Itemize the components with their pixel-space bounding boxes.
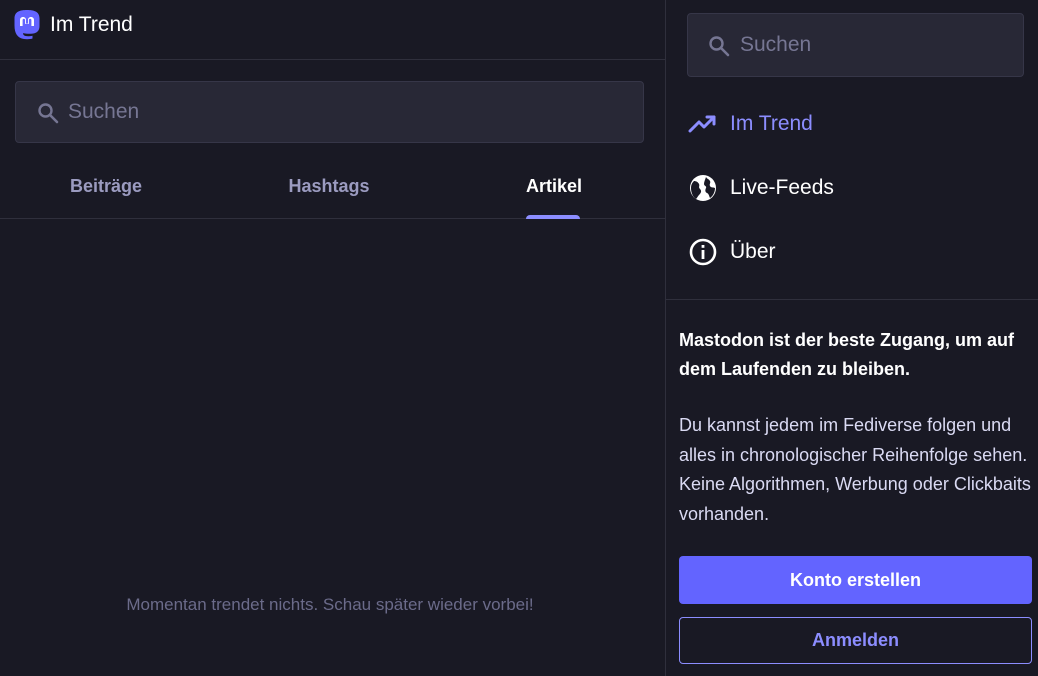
- create-account-button[interactable]: Konto erstellen: [679, 556, 1032, 604]
- globe-icon: [690, 175, 716, 201]
- search-box[interactable]: [15, 81, 644, 143]
- nav-item-about[interactable]: Über: [687, 232, 1017, 272]
- sidebar-search-box[interactable]: [687, 13, 1024, 77]
- search-icon: [709, 36, 730, 57]
- tab-label: Hashtags: [288, 176, 370, 196]
- column-header: Im Trend: [0, 0, 665, 60]
- trending-column: Im Trend Beiträge Hashtags Artikel Momen…: [0, 0, 665, 676]
- nav-label: Über: [730, 240, 776, 263]
- promo-heading: Mastodon ist der beste Zugang, um auf de…: [679, 330, 1015, 379]
- column-divider: [665, 0, 666, 676]
- tab-label: Artikel: [526, 176, 583, 196]
- tab-bar: Beiträge Hashtags Artikel: [0, 155, 665, 219]
- nav-label: Im Trend: [730, 112, 813, 135]
- tab-hashtags[interactable]: Hashtags: [270, 155, 388, 218]
- sign-in-button[interactable]: Anmelden: [679, 617, 1032, 664]
- sidebar-search-input[interactable]: [740, 14, 1010, 76]
- tab-artikel[interactable]: Artikel: [526, 155, 583, 219]
- column-title: Im Trend: [50, 13, 133, 36]
- info-icon: [689, 238, 717, 266]
- trending-icon: [688, 115, 716, 133]
- sidebar-divider: [666, 299, 1038, 300]
- empty-state-message: Momentan trendet nichts. Schau später wi…: [126, 595, 534, 614]
- mastodon-logo-icon[interactable]: [12, 9, 42, 41]
- active-tab-indicator: [526, 215, 580, 219]
- nav-item-live-feeds[interactable]: Live-Feeds: [687, 168, 1017, 208]
- search-input[interactable]: [68, 82, 628, 142]
- tab-beitraege[interactable]: Beiträge: [50, 155, 162, 218]
- app: Im Trend Beiträge Hashtags Artikel Momen…: [0, 0, 1038, 676]
- nav-label: Live-Feeds: [730, 176, 834, 199]
- promo-text: Du kannst jedem im Fediverse folgen und …: [679, 415, 1031, 524]
- tab-label: Beiträge: [69, 176, 143, 196]
- search-icon: [38, 103, 59, 124]
- nav-item-trending[interactable]: Im Trend: [687, 104, 1017, 144]
